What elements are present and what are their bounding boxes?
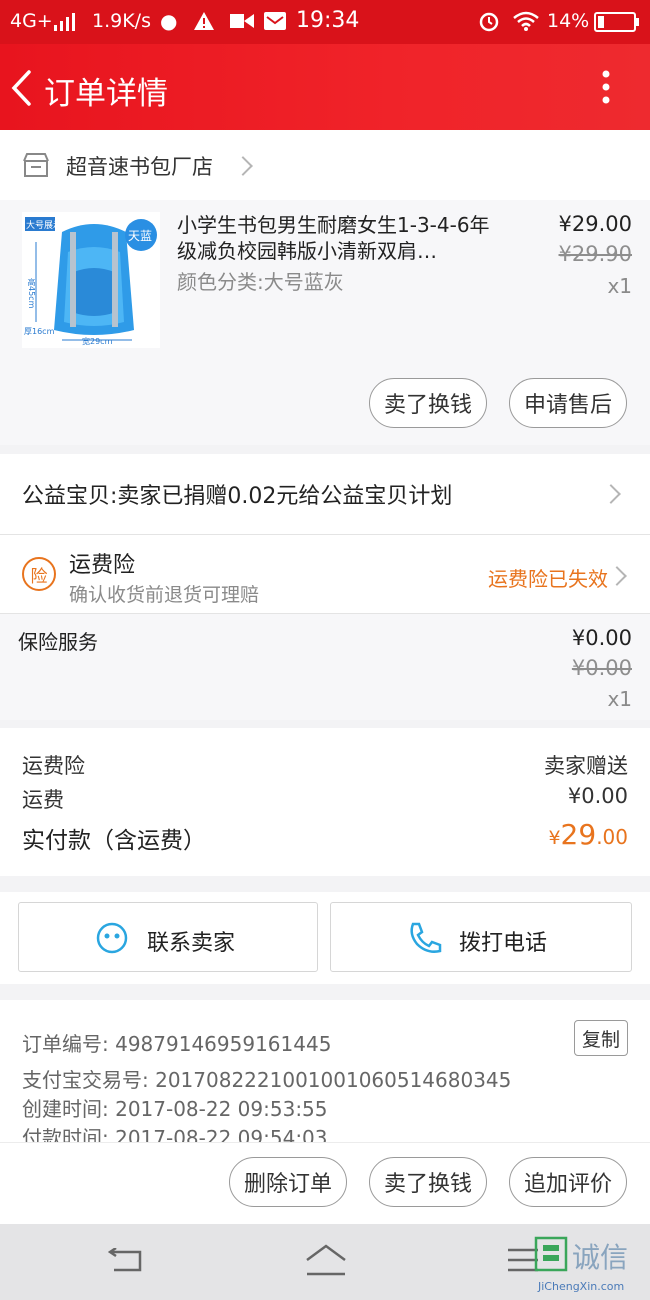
product-quantity: x1 xyxy=(607,274,632,298)
paid-amount-label: 实付款（含运费） xyxy=(22,828,206,854)
order-number: 订单编号: 49879146959161445 xyxy=(22,1032,332,1056)
phone-icon xyxy=(410,922,442,953)
apply-after-sale-button[interactable]: 申请售后 xyxy=(509,378,627,428)
insurance-service-quantity: x1 xyxy=(607,687,632,711)
back-nav-icon[interactable] xyxy=(108,1248,144,1274)
created-time: 创建时间: 2017-08-22 09:53:55 xyxy=(22,1097,328,1121)
image-tag: 大号展示 xyxy=(26,221,63,231)
freight-insurance-value: 卖家赠送 xyxy=(544,754,628,778)
network-type: 4G+ xyxy=(10,10,53,32)
charity-row[interactable]: 公益宝贝:卖家已捐赠0.02元给公益宝贝计划 xyxy=(0,454,650,534)
contact-seller-label: 联系卖家 xyxy=(147,931,236,956)
video-icon xyxy=(230,14,254,28)
back-arrow-icon[interactable] xyxy=(10,70,32,106)
sell-for-cash-button[interactable]: 卖了换钱 xyxy=(369,378,487,428)
wifi-icon xyxy=(513,11,539,31)
qq-icon: ● xyxy=(160,9,178,33)
call-phone-button[interactable]: 拨打电话 xyxy=(330,902,632,972)
shipping-value: ¥0.00 xyxy=(567,784,628,808)
image-dim-depth: 厚16cm xyxy=(24,327,55,336)
contact-seller-button[interactable]: 联系卖家 xyxy=(18,902,318,972)
status-bar: 4G+ 1.9K/s ● 19:34 14% xyxy=(0,0,650,44)
product-price: ¥29.00 xyxy=(558,212,632,236)
order-info: 订单编号: 49879146959161445 复制 支付宝交易号: 20170… xyxy=(0,1000,650,1142)
insurance-service-original-price: ¥0.00 xyxy=(571,656,632,680)
shop-name: 超音速书包厂店 xyxy=(66,155,213,179)
watermark-logo: 诚信 JiChengXin.com xyxy=(532,1228,650,1300)
payment-summary: 运费险 卖家赠送 运费 ¥0.00 实付款（含运费） ¥29.00 xyxy=(0,728,650,876)
image-badge: 天蓝 xyxy=(128,229,153,243)
paid-integer: 29 xyxy=(560,818,597,851)
freight-insurance-row[interactable]: 险 运费险 确认收货前退货可理赔 运费险已失效 xyxy=(0,535,650,613)
battery-percent: 14% xyxy=(547,10,590,32)
product-section: 大号展示 天蓝 高45cm 厚16cm 宽29cm 小学生书包男生耐磨女生1-3… xyxy=(0,200,650,445)
freight-insurance-label: 运费险 xyxy=(22,754,85,778)
call-phone-label: 拨打电话 xyxy=(459,931,548,956)
image-dim-width: 宽29cm xyxy=(82,337,113,346)
product-sku: 颜色分类:大号蓝灰 xyxy=(177,270,344,294)
insurance-service-row: 保险服务 ¥0.00 ¥0.00 x1 xyxy=(0,614,650,720)
insurance-subtitle: 确认收货前退货可理赔 xyxy=(69,584,260,606)
shipping-label: 运费 xyxy=(22,788,64,812)
chat-face-icon xyxy=(96,922,128,954)
insurance-title: 运费险 xyxy=(69,553,136,578)
system-nav-bar: 诚信 JiChengXin.com xyxy=(0,1224,650,1300)
product-original-price: ¥29.90 xyxy=(558,242,632,266)
chevron-right-icon xyxy=(233,156,253,176)
insurance-service-label: 保险服务 xyxy=(18,630,98,654)
battery-icon xyxy=(594,12,639,32)
payment-time: 付款时间: 2017-08-22 09:54:03 xyxy=(22,1126,328,1142)
store-icon xyxy=(23,153,49,177)
insurance-status: 运费险已失效 xyxy=(488,567,608,591)
message-icon xyxy=(264,12,286,30)
paid-currency: ¥ xyxy=(548,827,561,849)
chevron-right-icon xyxy=(601,484,621,504)
paid-amount: ¥29.00 xyxy=(548,818,628,851)
watermark-text: 诚信 xyxy=(572,1241,629,1274)
paid-decimal: .00 xyxy=(596,825,628,849)
copy-button[interactable]: 复制 xyxy=(574,1020,628,1056)
bottom-action-bar: 删除订单 卖了换钱 追加评价 xyxy=(0,1142,650,1224)
contact-bar: 联系卖家 拨打电话 xyxy=(0,892,650,984)
page-title: 订单详情 xyxy=(44,76,168,112)
image-dim-height: 高45cm xyxy=(27,278,36,309)
product-image[interactable]: 大号展示 天蓝 高45cm 厚16cm 宽29cm xyxy=(22,212,160,348)
shop-row[interactable]: 超音速书包厂店 xyxy=(0,130,650,200)
insurance-service-price: ¥0.00 xyxy=(571,626,632,650)
chevron-right-icon xyxy=(607,566,627,586)
home-nav-icon[interactable] xyxy=(305,1244,347,1276)
clock-time: 19:34 xyxy=(296,8,360,33)
insurance-badge-icon: 险 xyxy=(22,557,56,591)
signal-icon xyxy=(54,13,75,31)
more-options-icon[interactable] xyxy=(598,70,614,106)
title-bar: 订单详情 xyxy=(0,44,650,130)
alarm-icon xyxy=(479,12,499,32)
add-review-button[interactable]: 追加评价 xyxy=(509,1157,627,1207)
product-title[interactable]: 小学生书包男生耐磨女生1-3-4-6年级减负校园韩版小清新双肩… xyxy=(177,212,502,266)
sell-for-cash-button-bottom[interactable]: 卖了换钱 xyxy=(369,1157,487,1207)
watermark-url: JiChengXin.com xyxy=(538,1280,625,1293)
watermark-emblem-icon xyxy=(534,1236,568,1272)
delete-order-button[interactable]: 删除订单 xyxy=(229,1157,347,1207)
network-speed: 1.9K/s xyxy=(92,10,151,32)
warning-icon xyxy=(194,12,214,30)
charity-text: 公益宝贝:卖家已捐赠0.02元给公益宝贝计划 xyxy=(22,484,453,509)
alipay-transaction-number: 支付宝交易号: 2017082221001001060514680345 xyxy=(22,1068,512,1092)
